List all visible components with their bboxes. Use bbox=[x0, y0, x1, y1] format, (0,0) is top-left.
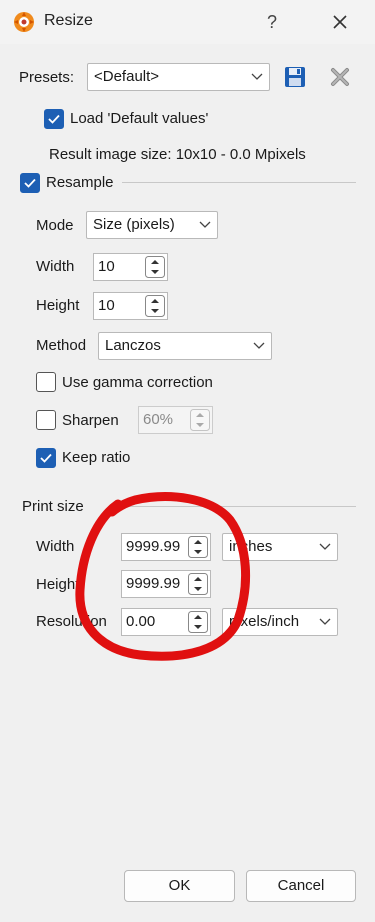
save-preset-icon[interactable] bbox=[284, 66, 306, 88]
chevron-down-icon bbox=[319, 543, 331, 550]
resample-divider bbox=[122, 182, 356, 183]
spinner-arrows-icon[interactable] bbox=[188, 536, 208, 558]
keep-ratio-checkbox[interactable] bbox=[36, 448, 56, 468]
check-icon bbox=[40, 453, 52, 463]
resolution-input[interactable]: 0.00 bbox=[121, 608, 211, 636]
method-label: Method bbox=[36, 337, 87, 354]
chevron-down-icon bbox=[199, 221, 211, 228]
height-label: Height bbox=[36, 297, 80, 314]
width-input[interactable]: 10 bbox=[93, 253, 168, 281]
window-title: Resize bbox=[44, 12, 93, 29]
print-width-value: 9999.99 bbox=[126, 538, 181, 555]
height-value: 10 bbox=[98, 297, 115, 314]
spinner-arrows-icon[interactable] bbox=[188, 573, 208, 595]
spinner-arrows-icon[interactable] bbox=[145, 295, 165, 317]
print-width-unit-value: inches bbox=[229, 538, 273, 555]
method-select[interactable]: Lanczos bbox=[98, 332, 272, 360]
title-bar: Resize ? bbox=[0, 0, 375, 44]
resolution-unit-select[interactable]: pixels/inch bbox=[222, 608, 338, 636]
gamma-checkbox[interactable] bbox=[36, 372, 56, 392]
resolution-unit-value: pixels/inch bbox=[229, 613, 300, 630]
chevron-down-icon bbox=[251, 73, 263, 80]
width-label: Width bbox=[36, 258, 75, 275]
spinner-arrows-icon bbox=[190, 409, 210, 431]
resize-dialog: Resize ? Presets: <Default> Load 'Defaul… bbox=[0, 0, 375, 922]
presets-label: Presets: bbox=[19, 69, 75, 86]
app-icon bbox=[14, 12, 34, 32]
width-value: 10 bbox=[98, 258, 115, 275]
print-height-input[interactable]: 9999.99 bbox=[121, 570, 211, 598]
sharpen-label: Sharpen bbox=[62, 412, 119, 429]
sharpen-input: 60% bbox=[138, 406, 213, 434]
presets-value: <Default> bbox=[94, 68, 160, 85]
print-size-divider bbox=[120, 506, 356, 507]
spinner-arrows-icon[interactable] bbox=[188, 611, 208, 633]
result-size-text: Result image size: 10x10 - 0.0 Mpixels bbox=[49, 146, 306, 163]
gamma-label: Use gamma correction bbox=[62, 374, 213, 391]
cancel-button[interactable]: Cancel bbox=[246, 870, 356, 902]
sharpen-checkbox[interactable] bbox=[36, 410, 56, 430]
ok-button[interactable]: OK bbox=[124, 870, 235, 902]
print-width-unit-select[interactable]: inches bbox=[222, 533, 338, 561]
mode-value: Size (pixels) bbox=[93, 216, 175, 233]
load-defaults-checkbox[interactable] bbox=[44, 109, 64, 129]
print-width-input[interactable]: 9999.99 bbox=[121, 533, 211, 561]
keep-ratio-label: Keep ratio bbox=[62, 449, 131, 466]
resolution-label: Resolution bbox=[36, 613, 107, 630]
mode-label: Mode bbox=[36, 217, 74, 234]
help-button[interactable]: ? bbox=[260, 8, 284, 36]
close-icon[interactable] bbox=[326, 8, 354, 36]
load-defaults-label: Load 'Default values' bbox=[70, 110, 209, 127]
chevron-down-icon bbox=[253, 342, 265, 349]
sharpen-value: 60% bbox=[143, 411, 174, 428]
check-icon bbox=[48, 114, 60, 124]
red-annotation-circle bbox=[75, 492, 250, 661]
resolution-value: 0.00 bbox=[126, 613, 156, 630]
print-height-value: 9999.99 bbox=[126, 575, 181, 592]
resample-label: Resample bbox=[46, 174, 114, 191]
method-value: Lanczos bbox=[105, 337, 161, 354]
resample-checkbox[interactable] bbox=[20, 173, 40, 193]
print-size-label: Print size bbox=[22, 498, 84, 515]
delete-preset-icon[interactable] bbox=[329, 66, 351, 88]
print-height-label: Height bbox=[36, 576, 80, 593]
check-icon bbox=[24, 178, 36, 188]
print-width-label: Width bbox=[36, 538, 75, 555]
spinner-arrows-icon[interactable] bbox=[145, 256, 165, 278]
presets-select[interactable]: <Default> bbox=[87, 63, 270, 91]
chevron-down-icon bbox=[319, 618, 331, 625]
height-input[interactable]: 10 bbox=[93, 292, 168, 320]
mode-select[interactable]: Size (pixels) bbox=[86, 211, 218, 239]
